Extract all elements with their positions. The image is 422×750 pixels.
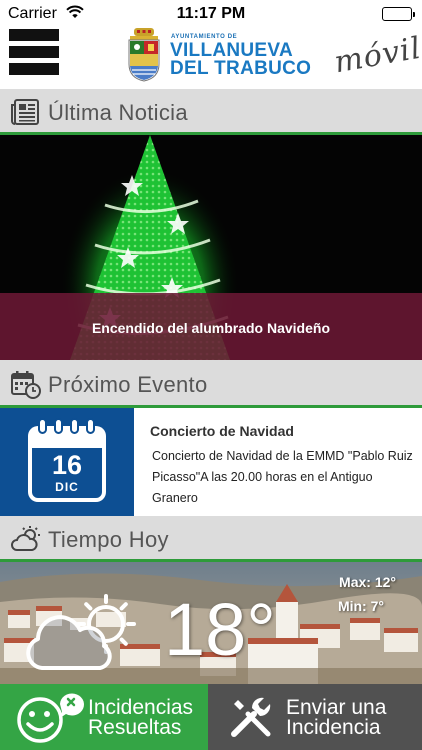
incidencias-resueltas-button[interactable]: Incidencias Resueltas bbox=[0, 684, 208, 750]
current-temperature: 18° bbox=[164, 588, 276, 671]
partly-cloudy-icon bbox=[11, 526, 41, 557]
section-title-news: Última Noticia bbox=[48, 100, 188, 125]
brand-line2: DEL TRABUCO bbox=[170, 58, 312, 79]
section-title-weather: Tiempo Hoy bbox=[48, 527, 169, 552]
calendar-icon: 16 DIC bbox=[28, 418, 106, 502]
town-crest-icon bbox=[128, 28, 160, 82]
bottom-actions: Incidencias Resueltas Enviar una Inciden… bbox=[0, 684, 422, 750]
section-title-event: Próximo Evento bbox=[48, 372, 208, 397]
event-day: 16 bbox=[51, 450, 83, 480]
event-month: DIC bbox=[55, 480, 79, 494]
incidencias-resueltas-label-1: Incidencias bbox=[88, 696, 194, 719]
event-card[interactable]: 16 DIC Concierto de Navidad Concierto de… bbox=[0, 408, 422, 516]
newspaper-icon bbox=[11, 99, 39, 130]
weather-card[interactable]: 18° Max: 12° Min: 7° bbox=[0, 562, 422, 684]
status-time: 11:17 PM bbox=[176, 5, 246, 22]
cloud-sun-icon bbox=[24, 594, 140, 679]
enviar-incidencia-label-2: Incidencia bbox=[286, 716, 381, 739]
enviar-incidencia-button[interactable]: Enviar una Incidencia bbox=[208, 684, 422, 750]
hamburger-menu-icon[interactable] bbox=[9, 28, 59, 78]
tools-icon bbox=[230, 696, 272, 743]
smiley-check-icon bbox=[14, 692, 84, 749]
event-date-box: 16 DIC bbox=[0, 408, 134, 516]
section-header-news[interactable]: Última Noticia bbox=[0, 89, 422, 135]
min-temperature: Min: 7° bbox=[337, 598, 384, 614]
battery-full-icon bbox=[382, 7, 415, 21]
status-bar: Carrier 11:17 PM bbox=[0, 0, 422, 28]
incidencias-resueltas-label-2: Resueltas bbox=[88, 716, 182, 739]
app-header: AYUNTAMIENTO DE VILLANUEVA DEL TRABUCO m… bbox=[0, 28, 422, 86]
event-title: Concierto de Navidad bbox=[150, 423, 294, 439]
movil-label: móvil bbox=[331, 30, 422, 81]
section-header-event[interactable]: Próximo Evento bbox=[0, 360, 422, 408]
max-temperature: Max: 12° bbox=[339, 574, 396, 590]
event-description: Concierto de Navidad de la EMMD "Pablo R… bbox=[152, 449, 413, 505]
section-header-weather[interactable]: Tiempo Hoy bbox=[0, 516, 422, 562]
news-card[interactable]: Encendido del alumbrado Navideño bbox=[0, 135, 422, 360]
enviar-incidencia-label-1: Enviar una bbox=[286, 696, 387, 719]
news-caption: Encendido del alumbrado Navideño bbox=[91, 320, 331, 336]
calendar-clock-icon bbox=[11, 371, 41, 404]
